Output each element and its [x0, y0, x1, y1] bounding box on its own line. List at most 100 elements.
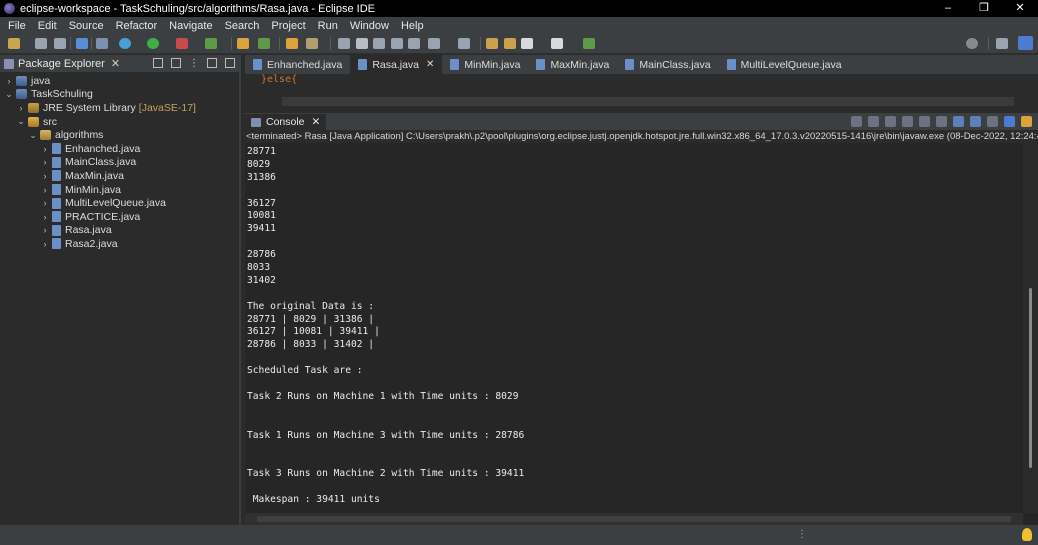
- close-icon[interactable]: ✕: [426, 59, 434, 70]
- remove-all-icon[interactable]: [885, 116, 896, 127]
- open-type-icon[interactable]: [286, 38, 298, 49]
- minimize-button[interactable]: –: [930, 0, 966, 17]
- forward-edit-icon[interactable]: [504, 38, 516, 49]
- chevron-right-icon[interactable]: ›: [16, 103, 26, 113]
- toggle-highlight-icon[interactable]: [356, 38, 368, 49]
- toggle-mark-icon[interactable]: [338, 38, 350, 49]
- console-horizontal-scrollbar[interactable]: [245, 513, 1023, 525]
- open-perspective-icon[interactable]: [996, 38, 1008, 49]
- run-icon[interactable]: [147, 38, 159, 49]
- close-icon[interactable]: ✕: [111, 57, 120, 70]
- word-wrap-icon[interactable]: [919, 116, 930, 127]
- chevron-right-icon[interactable]: ›: [40, 144, 50, 154]
- chevron-right-icon[interactable]: ›: [40, 157, 50, 167]
- menu-file[interactable]: File: [2, 20, 32, 32]
- next-annotation-icon[interactable]: [428, 38, 440, 49]
- tree-item-file[interactable]: › Rasa.java: [0, 224, 239, 238]
- chevron-right-icon[interactable]: ›: [4, 76, 14, 86]
- menu-navigate[interactable]: Navigate: [163, 20, 218, 32]
- forward-arrow-icon[interactable]: [551, 38, 563, 49]
- debug-icon[interactable]: [119, 38, 131, 49]
- external-tools-icon[interactable]: [205, 38, 217, 49]
- tab-console[interactable]: Console ✕: [245, 114, 327, 130]
- new-icon[interactable]: [8, 38, 20, 49]
- tree-item-package[interactable]: ⌄ algorithms: [0, 128, 239, 142]
- previous-annotation-icon[interactable]: [458, 38, 470, 49]
- tree-item-jre[interactable]: › JRE System Library [JavaSE-17]: [0, 101, 239, 115]
- tree-item-file[interactable]: › MinMin.java: [0, 183, 239, 197]
- menu-window[interactable]: Window: [344, 20, 395, 32]
- last-edit-icon[interactable]: [486, 38, 498, 49]
- minimize-view-icon[interactable]: [207, 58, 217, 68]
- skip-breakpoints-icon[interactable]: [96, 38, 108, 49]
- editor-horizontal-scrollbar[interactable]: [282, 97, 1014, 106]
- menu-search[interactable]: Search: [219, 20, 266, 32]
- chevron-right-icon[interactable]: ›: [40, 225, 50, 235]
- menu-project[interactable]: Project: [265, 20, 311, 32]
- search-icon[interactable]: [966, 38, 978, 49]
- menu-edit[interactable]: Edit: [32, 20, 63, 32]
- tab-multilevelqueue[interactable]: MultiLevelQueue.java: [719, 55, 850, 74]
- pin-console-icon[interactable]: [987, 116, 998, 127]
- chevron-right-icon[interactable]: ›: [40, 171, 50, 181]
- clear-console-icon[interactable]: [936, 116, 947, 127]
- tree-item-src[interactable]: ⌄ src: [0, 115, 239, 129]
- console-output[interactable]: 28771 8029 31386 36127 10081 39411 28786…: [245, 146, 1023, 511]
- menu-run[interactable]: Run: [312, 20, 344, 32]
- tree-item-file[interactable]: › MaxMin.java: [0, 169, 239, 183]
- show-on-output-icon[interactable]: [953, 116, 964, 127]
- tab-minmin[interactable]: MinMin.java: [442, 55, 528, 74]
- chevron-right-icon[interactable]: ›: [40, 239, 50, 249]
- tree-item-file[interactable]: › PRACTICE.java: [0, 210, 239, 224]
- view-menu-icon[interactable]: ⋮: [189, 58, 199, 69]
- save-all-icon[interactable]: [54, 38, 66, 49]
- scrollbar-thumb[interactable]: [257, 516, 1011, 522]
- chevron-right-icon[interactable]: ›: [40, 185, 50, 195]
- tree-item-java[interactable]: › java: [0, 74, 239, 88]
- tab-maxmin[interactable]: MaxMin.java: [528, 55, 617, 74]
- tree-item-file[interactable]: › Enhanched.java: [0, 142, 239, 156]
- back-arrow-icon[interactable]: [521, 38, 533, 49]
- code-editor[interactable]: }else{: [245, 74, 1038, 107]
- show-on-error-icon[interactable]: [970, 116, 981, 127]
- chevron-down-icon[interactable]: ⌄: [16, 116, 26, 127]
- close-icon[interactable]: ✕: [312, 116, 321, 128]
- chevron-right-icon[interactable]: ›: [40, 198, 50, 208]
- show-whitespace-icon[interactable]: [391, 38, 403, 49]
- tab-rasa[interactable]: Rasa.java ✕: [350, 55, 443, 74]
- terminal-icon[interactable]: [76, 38, 88, 49]
- open-console-icon[interactable]: [1021, 116, 1032, 127]
- search-tool-icon[interactable]: [306, 38, 318, 49]
- link-with-editor-icon[interactable]: [171, 58, 181, 68]
- tree-item-file[interactable]: › MainClass.java: [0, 156, 239, 170]
- pin-editor-icon[interactable]: [583, 38, 595, 49]
- chevron-right-icon[interactable]: ›: [40, 212, 50, 222]
- close-button[interactable]: ✕: [1002, 0, 1038, 17]
- save-icon[interactable]: [35, 38, 47, 49]
- lightbulb-icon[interactable]: [1022, 528, 1032, 541]
- block-selection-icon[interactable]: [373, 38, 385, 49]
- maximize-button[interactable]: ❐: [966, 0, 1002, 17]
- menu-source[interactable]: Source: [63, 20, 110, 32]
- maximize-view-icon[interactable]: [225, 58, 235, 68]
- chevron-down-icon[interactable]: ⌄: [4, 89, 14, 100]
- console-vertical-scrollbar[interactable]: [1023, 143, 1038, 513]
- menu-refactor[interactable]: Refactor: [110, 20, 164, 32]
- coverage-icon[interactable]: [176, 38, 188, 49]
- tree-item-project[interactable]: ⌄ TaskSchuling: [0, 88, 239, 102]
- package-explorer-title[interactable]: Package Explorer: [18, 58, 105, 70]
- chevron-down-icon[interactable]: ⌄: [28, 130, 38, 141]
- scroll-lock-icon[interactable]: [902, 116, 913, 127]
- tab-enhanched[interactable]: Enhanched.java: [245, 55, 350, 74]
- tab-mainclass[interactable]: MainClass.java: [617, 55, 718, 74]
- scrollbar-thumb[interactable]: [1029, 288, 1032, 468]
- tree-item-file[interactable]: › Rasa2.java: [0, 237, 239, 251]
- tree-item-file[interactable]: › MultiLevelQueue.java: [0, 196, 239, 210]
- new-java-project-icon[interactable]: [237, 38, 249, 49]
- terminate-icon[interactable]: [851, 116, 862, 127]
- display-console-icon[interactable]: [1004, 116, 1015, 127]
- collapse-all-icon[interactable]: [153, 58, 163, 68]
- java-perspective-icon[interactable]: [1018, 36, 1033, 50]
- new-class-icon[interactable]: [258, 38, 270, 49]
- pilcrow-icon[interactable]: [408, 38, 420, 49]
